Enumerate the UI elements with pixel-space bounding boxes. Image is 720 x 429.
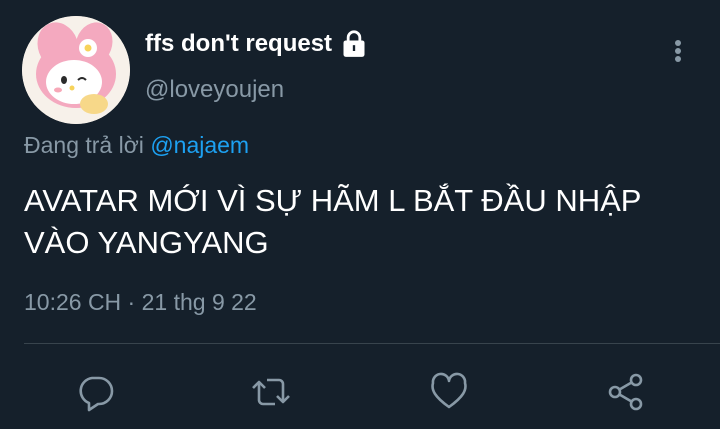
heart-icon (431, 372, 467, 409)
tweet-text: AVATAR MỚI VÌ SỰ HÃM L BẮT ĐẦU NHẬP VÀO … (24, 183, 641, 260)
reply-mention-link[interactable]: @najaem (150, 132, 249, 158)
display-name[interactable]: ffs don't request (145, 30, 332, 58)
reply-button[interactable] (73, 370, 117, 414)
retweet-icon (252, 378, 290, 406)
avatar[interactable] (22, 16, 130, 124)
avatar-image (22, 16, 130, 124)
retweet-button[interactable] (249, 370, 293, 414)
share-button[interactable] (604, 370, 648, 414)
tweet-timestamp[interactable]: 10:26 CH · 21 thg 9 22 (24, 289, 257, 316)
display-name-row[interactable]: ffs don't request (145, 30, 368, 58)
divider (24, 343, 720, 344)
reply-prefix: Đang trả lời (24, 132, 144, 158)
user-handle[interactable]: @loveyoujen (145, 76, 284, 104)
reply-context: Đang trả lời @najaem (24, 132, 249, 159)
more-vertical-icon[interactable] (666, 36, 690, 66)
share-icon (608, 373, 643, 411)
lock-icon (340, 30, 368, 58)
like-button[interactable] (427, 370, 471, 414)
comment-icon (79, 376, 114, 412)
